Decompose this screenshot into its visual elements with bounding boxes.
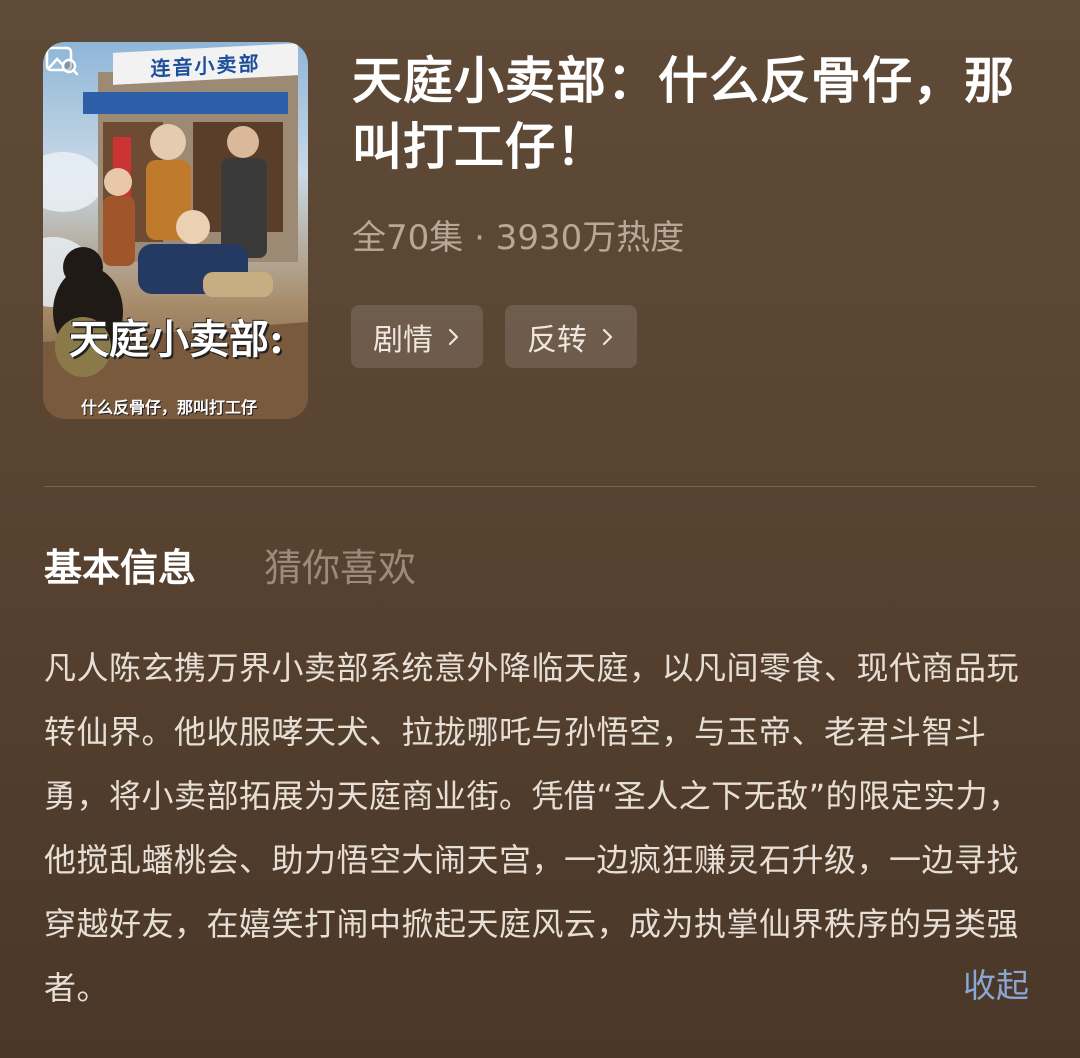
tab-recommend[interactable]: 猜你喜欢 [264, 540, 416, 596]
poster-title-art: 天庭小卖部: [69, 316, 284, 363]
tag-chip-twist[interactable]: 反转 [505, 305, 637, 368]
info-tabs: 基本信息 猜你喜欢 [44, 540, 416, 596]
drama-header: 连音小卖部 天庭小卖部: 什么反骨仔，那叫打工仔 天庭小卖部：什么反骨仔，那叫打… [0, 0, 1080, 470]
drama-meta: 全70集 · 3930万热度 [352, 218, 685, 258]
tag-list: 剧情 反转 [351, 305, 637, 368]
tab-basic-info[interactable]: 基本信息 [44, 540, 196, 596]
image-search-icon[interactable] [43, 42, 79, 78]
tag-chip-plot[interactable]: 剧情 [351, 305, 483, 368]
chevron-right-icon [448, 328, 459, 345]
drama-poster[interactable]: 连音小卖部 天庭小卖部: 什么反骨仔，那叫打工仔 [43, 42, 308, 419]
drama-title: 天庭小卖部：什么反骨仔，那叫打工仔！ [352, 52, 1015, 176]
tag-label: 反转 [527, 322, 587, 358]
section-divider [44, 486, 1036, 487]
chevron-right-icon [602, 328, 613, 345]
drama-description: 凡人陈玄携万界小卖部系统意外降临天庭，以凡间零食、现代商品玩转仙界。他收服哮天犬… [44, 649, 1021, 1007]
tag-label: 剧情 [373, 322, 433, 358]
collapse-button[interactable]: 收起 [963, 958, 1029, 1014]
poster-subtitle-art: 什么反骨仔，那叫打工仔 [81, 398, 258, 417]
